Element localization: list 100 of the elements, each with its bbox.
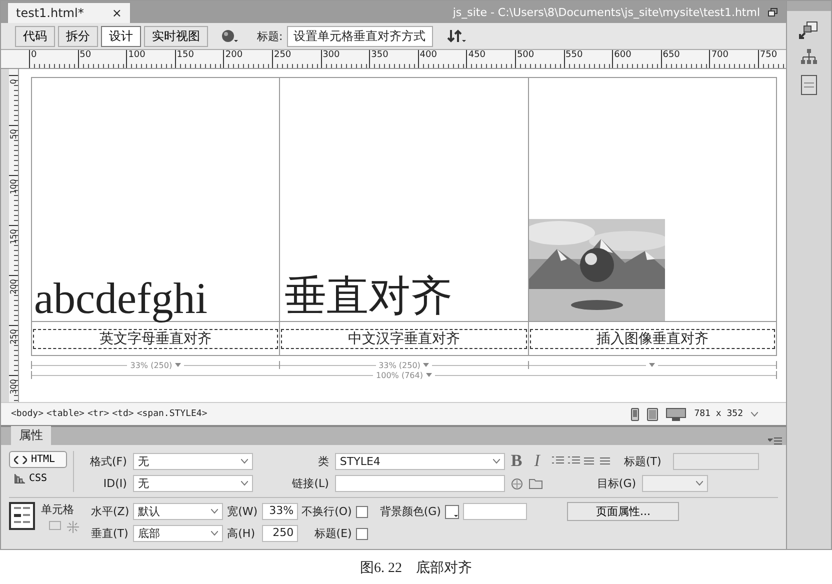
code-brackets-icon: [14, 456, 27, 464]
ruler-label: 650: [662, 50, 680, 60]
vertical-select[interactable]: 底部: [133, 525, 224, 542]
menu-icon[interactable]: [768, 437, 782, 445]
tag-selector[interactable]: <tr>: [87, 409, 110, 419]
windows-icon[interactable]: [799, 21, 819, 39]
heading-field[interactable]: [673, 452, 760, 470]
field-label: 标题(T): [624, 454, 662, 468]
color-swatch[interactable]: [444, 504, 459, 518]
color-field[interactable]: [462, 503, 527, 520]
ruler-label: 100: [128, 50, 146, 60]
close-icon[interactable]: ×: [112, 6, 122, 20]
field-label: 垂直(T): [91, 526, 130, 541]
window-size[interactable]: 781 x 352: [694, 409, 743, 419]
monitor-icon[interactable]: [666, 408, 686, 420]
header-checkbox[interactable]: [356, 528, 368, 540]
tab-label: test1.html*: [16, 6, 84, 20]
caret-icon[interactable]: [649, 363, 656, 367]
tag-selector[interactable]: <table>: [46, 409, 84, 419]
field-label: 背景颜色(G): [380, 504, 441, 519]
field-label: 宽(W): [227, 504, 258, 519]
ruler-label: 550: [566, 50, 583, 60]
ruler-label: 150: [9, 229, 18, 244]
ruler-label: 0: [9, 79, 18, 84]
ruler-label: 250: [274, 50, 292, 60]
field-label: 链接(L): [291, 476, 329, 491]
tablet-icon[interactable]: [647, 408, 658, 420]
ruler-label: 250: [9, 329, 18, 344]
caret-icon[interactable]: [175, 363, 182, 367]
panel-tab[interactable]: 属性: [11, 426, 51, 445]
sort-icon[interactable]: [446, 29, 467, 43]
view-button[interactable]: 代码: [15, 26, 55, 46]
cell-text: 英文字母垂直对齐: [33, 328, 278, 348]
bold-button[interactable]: B: [510, 451, 522, 471]
ruler-label: 450: [468, 50, 486, 60]
ruler-label: 150: [176, 50, 194, 60]
ruler-label: 50: [80, 50, 92, 60]
cell-text: 中文汉字垂直对齐: [281, 328, 527, 348]
mode-button[interactable]: HTML: [9, 451, 67, 468]
width-field[interactable]: 33%: [262, 503, 298, 520]
ruler-label: 100: [9, 179, 18, 194]
ruler-label: 700: [711, 50, 728, 60]
folder-icon[interactable]: [528, 478, 543, 489]
title-field[interactable]: 设置单元格垂直对齐方式: [286, 26, 433, 46]
view-button[interactable]: 拆分: [58, 26, 98, 46]
column-width-label: 33% (250): [130, 360, 172, 370]
ruler-label: 200: [9, 279, 18, 294]
field-label: 高(H): [227, 526, 256, 541]
nowrap-checkbox[interactable]: [356, 506, 368, 518]
document-tab[interactable]: test1.html* ×: [7, 2, 131, 23]
class-select[interactable]: STYLE4: [334, 452, 505, 470]
horizontal-select[interactable]: 默认: [133, 503, 224, 520]
cell-text: 垂直对齐: [283, 273, 452, 321]
field-label: 水平(Z): [91, 504, 130, 519]
restore-icon[interactable]: [768, 8, 778, 16]
cell-label: 单元格: [41, 502, 75, 517]
field-label: 目标(G): [596, 476, 636, 491]
cell-text: 插入图像垂直对齐: [530, 328, 775, 348]
link-field[interactable]: [334, 475, 505, 492]
table-cell-icon: [9, 502, 35, 530]
phone-icon[interactable]: [631, 408, 640, 420]
column-width-label: 33% (250): [378, 360, 420, 370]
field-label: 格式(F): [90, 454, 127, 468]
globe-icon[interactable]: [221, 29, 239, 43]
merge-cells-icon[interactable]: [49, 521, 61, 530]
tag-selector[interactable]: <td>: [112, 409, 134, 419]
ruler-label: 50: [9, 129, 18, 140]
view-button[interactable]: 实时视图: [144, 26, 208, 46]
sitemap-icon[interactable]: [800, 49, 818, 65]
page-properties-button[interactable]: 页面属性...: [566, 502, 680, 521]
window-title: js_site - C:\Users\8\Documents\js_site\mysite\test1.html: [452, 6, 760, 18]
list-icon[interactable]: [552, 456, 612, 466]
field-label: 标题(E): [313, 526, 352, 541]
field-label: ID(I): [102, 477, 127, 490]
format-select[interactable]: 无: [132, 452, 253, 470]
target-icon[interactable]: [510, 478, 523, 490]
ruler-label: 600: [614, 50, 632, 60]
italic-button[interactable]: I: [534, 451, 540, 471]
title-label: 标题:: [257, 28, 283, 44]
ruler-label: 200: [225, 50, 243, 60]
ruler-label: 750: [760, 50, 778, 60]
mode-button[interactable]: CSS: [9, 470, 67, 487]
view-button[interactable]: 设计: [101, 26, 141, 46]
height-field[interactable]: 250: [262, 525, 298, 542]
ruler-label: 0: [31, 50, 37, 60]
field-label: 不换行(O): [302, 504, 352, 519]
tag-selector[interactable]: <span.STYLE4>: [136, 409, 208, 419]
ruler-label: 350: [371, 50, 388, 60]
field-label: 类: [316, 454, 329, 468]
cell-text: abcdefghi: [33, 277, 208, 321]
id-select[interactable]: 无: [132, 475, 253, 492]
ruler-label: 300: [322, 50, 340, 60]
chart-icon: [14, 474, 25, 484]
ruler-label: 500: [516, 50, 534, 60]
tag-selector[interactable]: <body>: [11, 409, 44, 419]
ruler-label: 400: [420, 50, 437, 60]
split-cell-icon[interactable]: [67, 521, 79, 533]
stylesheet-icon[interactable]: [801, 75, 817, 95]
table-width-label: 100% (764): [376, 370, 423, 380]
figure-caption: 图6. 22 底部对齐: [359, 559, 473, 577]
